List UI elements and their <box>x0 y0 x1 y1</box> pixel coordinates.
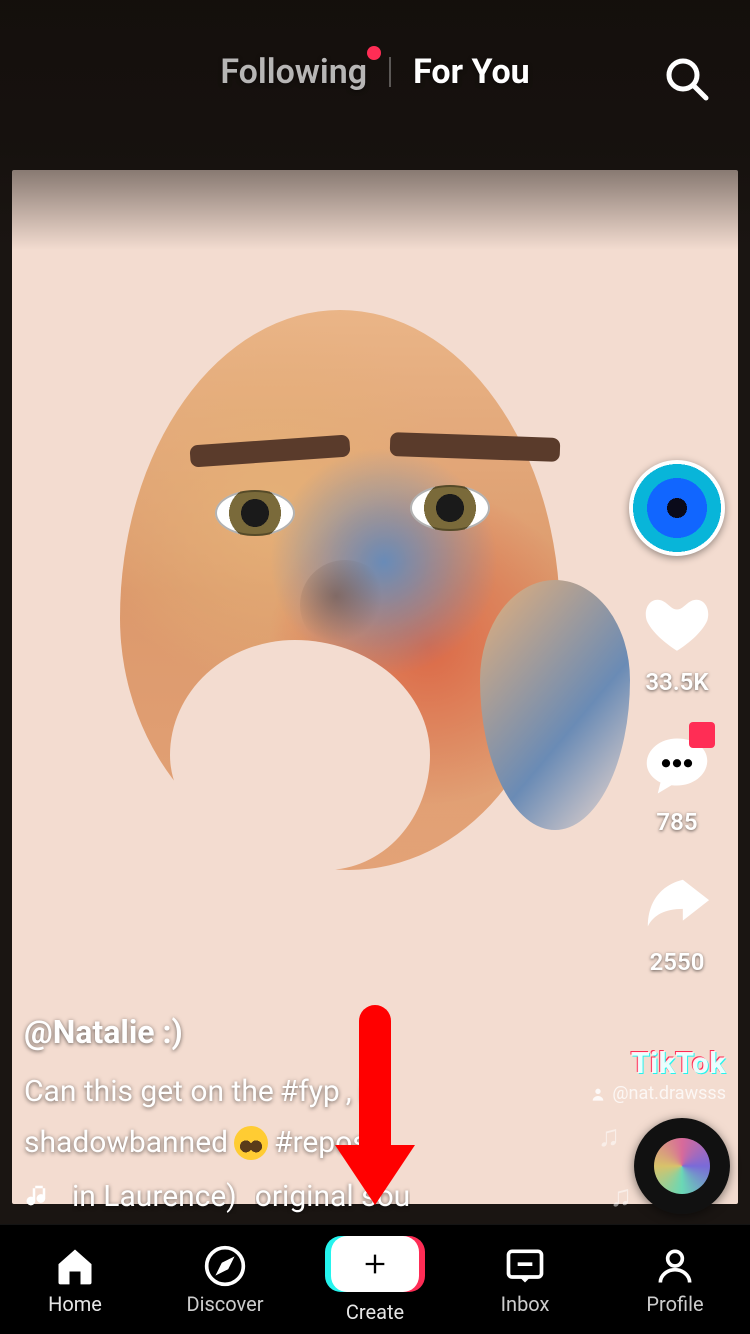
gift-badge-icon <box>689 722 715 748</box>
creator-avatar[interactable] <box>629 460 725 556</box>
nav-profile[interactable]: Profile <box>610 1244 740 1316</box>
caption-text: , i <box>346 1069 367 1114</box>
nav-label: Inbox <box>501 1292 550 1316</box>
comment-button[interactable]: 785 <box>641 730 713 836</box>
action-rail: 33.5K 785 2550 <box>622 460 732 976</box>
comment-count: 785 <box>656 808 697 836</box>
caption-hashtag[interactable]: #repos <box>274 1120 368 1165</box>
person-icon <box>590 1086 606 1102</box>
like-count: 33.5K <box>645 668 708 696</box>
compass-icon <box>203 1244 247 1288</box>
nav-discover[interactable]: Discover <box>160 1244 290 1316</box>
home-icon <box>53 1244 97 1288</box>
creator-username[interactable]: @Natalie :) <box>24 1013 580 1051</box>
sound-row[interactable]: in Laurence) original sou <box>24 1179 580 1214</box>
profile-icon <box>653 1244 697 1288</box>
heart-icon <box>644 593 710 659</box>
sound-text-b: original sou <box>255 1179 410 1214</box>
like-button[interactable]: 33.5K <box>641 590 713 696</box>
music-icon <box>24 1182 54 1212</box>
app-screen: Following For You 33.5K <box>0 0 750 1334</box>
caption-line[interactable]: Can this get on the #fyp , i <box>24 1069 580 1114</box>
share-icon <box>642 871 712 941</box>
pleading-face-emoji-icon <box>234 1126 268 1160</box>
watermark-handle-text: @nat.drawsss <box>612 1083 726 1104</box>
nav-inbox[interactable]: Inbox <box>460 1244 590 1316</box>
watermark-logo: TikTok <box>590 1046 726 1081</box>
share-count: 2550 <box>650 948 705 976</box>
caption-text: shadowbanned <box>24 1120 228 1165</box>
tab-separator <box>389 57 391 87</box>
tiktok-watermark: TikTok @nat.drawsss <box>590 1046 726 1104</box>
nav-create[interactable]: Create <box>310 1236 440 1324</box>
caption-block: @Natalie :) Can this get on the #fyp, i … <box>24 1013 580 1214</box>
feed-tabs: Following For You <box>0 52 750 92</box>
painting-detail <box>300 560 390 650</box>
notification-dot-icon <box>367 46 381 60</box>
bottom-nav: Home Discover Create Inbox <box>0 1224 750 1334</box>
tab-label: For You <box>413 52 530 92</box>
nav-label: Home <box>48 1292 102 1316</box>
nav-label: Profile <box>646 1292 703 1316</box>
nav-label: Create <box>346 1300 404 1324</box>
sound-disc[interactable] <box>634 1118 730 1214</box>
music-note-icon: ♫ <box>610 1179 633 1214</box>
watermark-handle: @nat.drawsss <box>590 1083 726 1104</box>
disc-art <box>654 1138 710 1194</box>
create-button[interactable] <box>331 1236 419 1292</box>
search-icon <box>662 54 710 102</box>
sound-text-a: in Laurence) <box>72 1179 237 1214</box>
tab-label: Following <box>220 52 367 92</box>
tab-following[interactable]: Following <box>220 52 367 92</box>
top-gradient <box>0 0 750 250</box>
caption-hashtag[interactable]: #fyp <box>280 1069 340 1114</box>
inbox-icon <box>503 1244 547 1288</box>
share-button[interactable]: 2550 <box>641 870 713 976</box>
caption-text: Can this get on the <box>24 1069 274 1114</box>
painting-detail <box>215 490 295 536</box>
music-note-icon: ♫ <box>598 1119 621 1154</box>
caption-line[interactable]: shadowbanned #repos <box>24 1120 580 1165</box>
search-button[interactable] <box>656 48 716 108</box>
nav-label: Discover <box>187 1292 264 1316</box>
tab-for-you[interactable]: For You <box>413 52 530 92</box>
nav-home[interactable]: Home <box>10 1244 140 1316</box>
painting-detail <box>410 485 490 531</box>
plus-icon <box>361 1250 389 1278</box>
